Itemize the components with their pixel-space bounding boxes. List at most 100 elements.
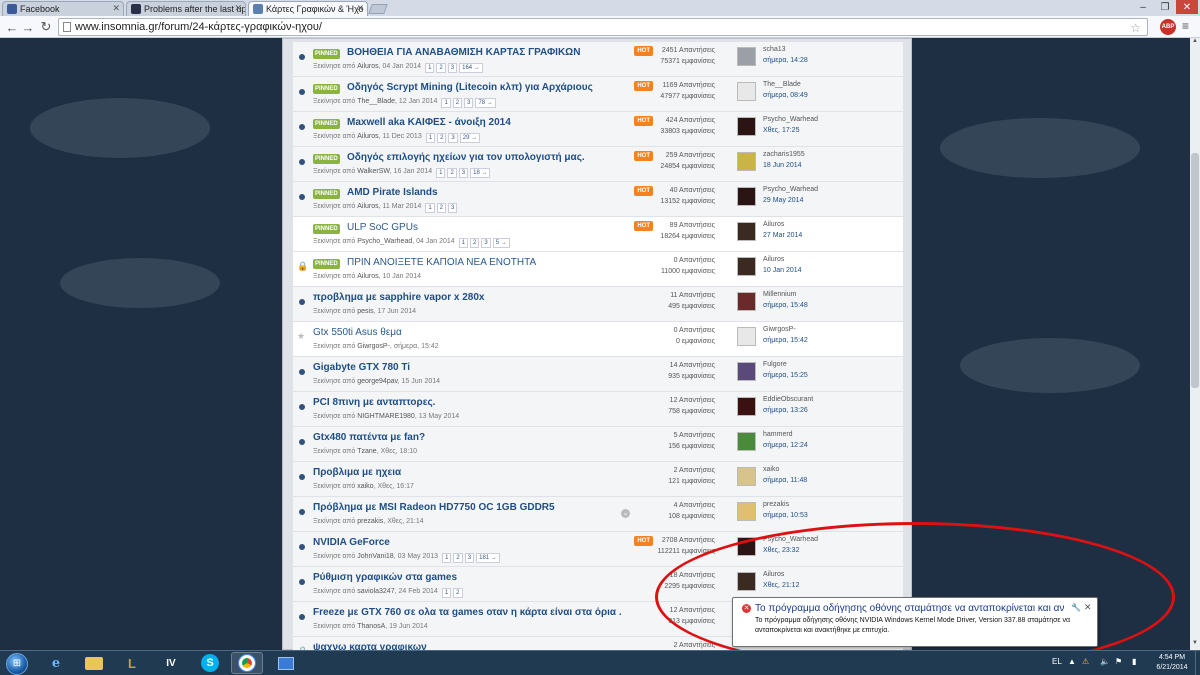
last-poster-link[interactable]: scha13 xyxy=(763,46,786,53)
author-link[interactable]: The__Blade xyxy=(357,98,395,105)
author-link[interactable]: WalkerSW xyxy=(357,168,389,175)
unread-dot-icon[interactable] xyxy=(299,369,305,375)
avatar[interactable] xyxy=(737,502,756,521)
unread-dot-icon[interactable] xyxy=(299,439,305,445)
volume-icon[interactable]: 🔈 xyxy=(1100,657,1110,666)
last-post-date-link[interactable]: σήμερα, 12:24 xyxy=(763,442,808,449)
close-window-button[interactable]: ✕ xyxy=(1176,0,1198,14)
last-poster-link[interactable]: The__Blade xyxy=(763,81,801,88)
unread-dot-icon[interactable] xyxy=(299,614,305,620)
last-post-date-link[interactable]: σήμερα, 10:53 xyxy=(763,512,808,519)
page-link[interactable]: 5 → xyxy=(492,238,510,248)
author-link[interactable]: george94pav xyxy=(357,378,397,385)
page-link[interactable]: 1 xyxy=(441,588,452,598)
chrome-icon[interactable] xyxy=(231,652,263,674)
system-clock[interactable]: 4:54 PM 6/21/2014 xyxy=(1150,653,1194,673)
topic-row[interactable]: PINNED Οδηγός Scrypt Mining (Litecoin κλπ… xyxy=(293,77,903,112)
avatar[interactable] xyxy=(737,432,756,451)
back-button[interactable]: ← xyxy=(4,19,20,35)
scroll-down-arrow-icon[interactable]: ▼ xyxy=(1190,640,1200,650)
avatar[interactable] xyxy=(737,222,756,241)
tab-insomnia[interactable]: Κάρτες Γραφικών & Ήχο ✕ xyxy=(248,1,368,16)
topic-row[interactable]: PINNED ΒΟΗΘΕΙΑ ΓΙΑ ΑΝΑΒΑΘΜΙΣΗ ΚΑΡΤΑΣ ΓΡΑΦ… xyxy=(293,42,903,77)
avatar[interactable] xyxy=(737,257,756,276)
warning-tray-icon[interactable]: ⚠ xyxy=(1082,657,1089,666)
last-post-date-link[interactable]: σήμερα, 08:49 xyxy=(763,92,808,99)
show-hidden-icons[interactable]: ▲ xyxy=(1068,657,1076,666)
internet-explorer-icon[interactable]: e xyxy=(40,652,72,674)
topic-title-link[interactable]: AMD Pirate Islands xyxy=(347,187,438,198)
last-poster-link[interactable]: zacharis1955 xyxy=(763,151,805,158)
last-poster-link[interactable]: Ailuros xyxy=(763,256,784,263)
unread-dot-icon[interactable] xyxy=(299,544,305,550)
last-post-date-link[interactable]: σήμερα, 13:26 xyxy=(763,407,808,414)
last-poster-link[interactable]: xaiko xyxy=(763,466,779,473)
unread-dot-icon[interactable] xyxy=(299,124,305,130)
avatar[interactable] xyxy=(737,362,756,381)
last-poster-link[interactable]: Ailuros xyxy=(763,221,784,228)
topic-row[interactable]: προβλημα με sapphire vapor x 280x Ξεκίνησ… xyxy=(293,287,903,322)
topic-row[interactable]: ★ Gtx 550ti Asus θεμα Ξεκίνησε από Giwrgos… xyxy=(293,322,903,357)
author-link[interactable]: GiwrgosP- xyxy=(357,343,390,350)
unread-dot-icon[interactable] xyxy=(299,89,305,95)
author-link[interactable]: JohnVani18 xyxy=(357,553,393,560)
last-poster-link[interactable]: prezakis xyxy=(763,501,789,508)
skype-icon[interactable]: S xyxy=(194,652,226,674)
page-link[interactable]: 2 xyxy=(437,133,447,143)
last-poster-link[interactable]: Millennium xyxy=(763,291,796,298)
page-link[interactable]: 3 xyxy=(447,63,458,73)
avatar[interactable] xyxy=(737,152,756,171)
last-poster-link[interactable]: Psycho_Warhead xyxy=(763,116,818,123)
avatar[interactable] xyxy=(737,292,756,311)
last-post-date-link[interactable]: 10 Jan 2014 xyxy=(763,267,802,274)
new-tab-button[interactable] xyxy=(368,4,388,14)
unread-dot-icon[interactable] xyxy=(299,509,305,515)
topic-title-link[interactable]: ψαχνω καρτα γραφικων xyxy=(313,642,427,650)
page-link[interactable]: 164 → xyxy=(459,63,483,73)
topic-row[interactable]: PCI 8πινη με ανταπτορες. Ξεκίνησε από NIG… xyxy=(293,392,903,427)
last-poster-link[interactable]: Fulgore xyxy=(763,361,787,368)
close-tab-icon[interactable]: ✕ xyxy=(234,3,242,14)
last-poster-link[interactable]: hammerd xyxy=(763,431,793,438)
page-link[interactable]: 2 xyxy=(470,238,480,248)
page-link[interactable]: 3 xyxy=(481,238,491,248)
author-link[interactable]: ThanosA xyxy=(357,623,385,630)
league-of-legends-icon[interactable]: L xyxy=(116,652,148,674)
page-link[interactable]: 181 → xyxy=(476,553,500,563)
topic-title-link[interactable]: ΒΟΗΘΕΙΑ ΓΙΑ ΑΝΑΒΑΘΜΙΣΗ ΚΑΡΤΑΣ ΓΡΑΦΙΚΩΝ xyxy=(347,47,580,58)
page-link[interactable]: 3 xyxy=(464,98,474,108)
topic-preview-icon[interactable]: ⌄ xyxy=(621,509,630,518)
forward-button[interactable]: → xyxy=(20,19,36,35)
page-link[interactable]: 2 xyxy=(436,203,447,213)
topic-title-link[interactable]: Προβλιμα με ηχεια xyxy=(313,467,401,478)
topic-row[interactable]: PINNED Οδηγός επιλογής ηχείων για τον υπο… xyxy=(293,147,903,182)
avatar[interactable] xyxy=(737,117,756,136)
topic-row[interactable]: PINNED ULP SoC GPUs Ξεκίνησε από Psycho_Wa… xyxy=(293,217,903,252)
gta-iv-icon[interactable]: IV xyxy=(155,652,187,674)
topic-title-link[interactable]: Maxwell aka ΚΑΙΦΕΣ - άνοιξη 2014 xyxy=(347,117,511,128)
scrollbar-thumb[interactable] xyxy=(1191,153,1199,388)
page-link[interactable]: 1 xyxy=(425,133,436,143)
unread-dot-icon[interactable] xyxy=(299,54,305,60)
action-center-icon[interactable]: ⚑ xyxy=(1115,657,1122,666)
last-post-date-link[interactable]: σήμερα, 11:48 xyxy=(763,477,807,484)
unread-dot-icon[interactable] xyxy=(299,159,305,165)
topic-row[interactable]: PINNED Maxwell aka ΚΑΙΦΕΣ - άνοιξη 2014 Ξε… xyxy=(293,112,903,147)
topic-title-link[interactable]: Οδηγός επιλογής ηχείων για τον υπολογιστ… xyxy=(347,152,585,163)
last-post-date-link[interactable]: σήμερα, 15:42 xyxy=(763,337,808,344)
topic-title-link[interactable]: προβλημα με sapphire vapor x 280x xyxy=(313,292,484,303)
last-post-date-link[interactable]: Χθες, 17:25 xyxy=(763,127,799,134)
topic-row[interactable]: Πρόβλημα με MSI Radeon HD7750 OC 1GB GDD… xyxy=(293,497,903,532)
avatar[interactable] xyxy=(737,327,756,346)
unread-dot-icon[interactable] xyxy=(299,299,305,305)
network-icon[interactable]: ▮ xyxy=(1132,657,1136,666)
topic-title-link[interactable]: Gtx480 πατέντα με fan? xyxy=(313,432,425,443)
last-poster-link[interactable]: GiwrgosP- xyxy=(763,326,796,333)
page-link[interactable]: 3 xyxy=(458,168,469,178)
topic-row[interactable]: Προβλιμα με ηχεια Ξεκίνησε από xaiko, Χθε… xyxy=(293,462,903,497)
topic-title-link[interactable]: Gigabyte GTX 780 Ti xyxy=(313,362,410,373)
close-tab-icon[interactable]: ✕ xyxy=(112,3,120,14)
topic-title-link[interactable]: Freeze με GTX 760 σε ολα τα games οταν η… xyxy=(313,607,622,618)
page-link[interactable]: 2 xyxy=(453,553,463,563)
reload-button[interactable]: ↻ xyxy=(38,19,54,35)
